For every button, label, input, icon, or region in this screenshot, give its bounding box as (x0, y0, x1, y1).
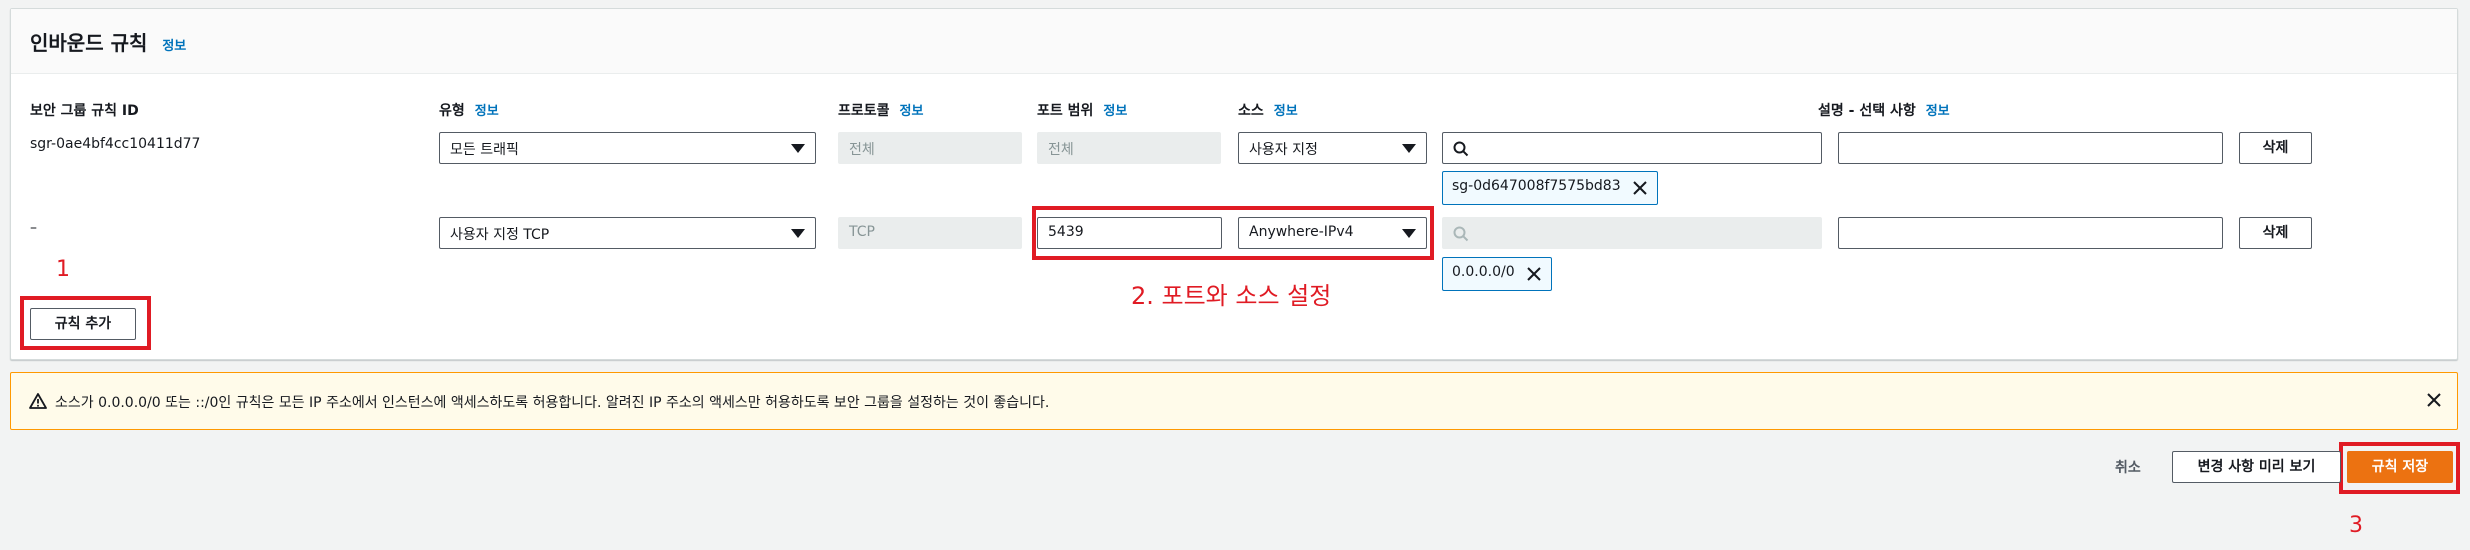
annotation-step-3: 3 (2349, 513, 2363, 538)
save-rules-button[interactable]: 규칙 저장 (2347, 451, 2453, 483)
search-icon (1453, 226, 1469, 242)
column-header-protocol: 프로토콜 정보 (838, 100, 923, 120)
chevron-down-icon (791, 144, 805, 153)
delete-button[interactable]: 삭제 (2239, 217, 2312, 249)
chevron-down-icon (791, 229, 805, 238)
source-info-link[interactable]: 정보 (1274, 104, 1298, 119)
type-select-value: 모든 트래픽 (450, 142, 519, 158)
source-token: sg-0d647008f7575bd83 (1442, 171, 1658, 205)
preview-changes-button[interactable]: 변경 사항 미리 보기 (2172, 451, 2341, 483)
source-token-label: 0.0.0.0/0 (1452, 264, 1515, 280)
warning-alert: 소스가 0.0.0.0/0 또는 ::/0인 규칙은 모든 IP 주소에서 인스… (10, 372, 2458, 430)
annotation-box-port-source (1032, 206, 1434, 260)
port-range-field: 전체 (1037, 132, 1221, 164)
type-select[interactable]: 모든 트래픽 (439, 132, 816, 164)
search-icon (1453, 141, 1469, 157)
description-info-link[interactable]: 정보 (1926, 104, 1950, 119)
rule-id-cell: sgr-0ae4bf4cc10411d77 (30, 136, 201, 152)
protocol-info-link[interactable]: 정보 (900, 104, 924, 119)
source-type-select[interactable]: 사용자 지정 (1238, 132, 1427, 164)
column-header-type: 유형 정보 (439, 100, 499, 120)
chevron-down-icon (1402, 144, 1416, 153)
type-info-link[interactable]: 정보 (475, 104, 499, 119)
type-select-value: 사용자 지정 TCP (450, 227, 550, 243)
source-token-label: sg-0d647008f7575bd83 (1452, 178, 1621, 194)
annotation-step-1: 1 (56, 257, 70, 282)
panel-title-info-link[interactable]: 정보 (162, 39, 186, 54)
port-range-info-link[interactable]: 정보 (1103, 104, 1127, 119)
cancel-button[interactable]: 취소 (2115, 457, 2141, 477)
close-icon[interactable] (1525, 265, 1543, 283)
protocol-field: 전체 (838, 132, 1022, 164)
column-header-rule-id: 보안 그룹 규칙 ID (30, 103, 139, 119)
close-icon[interactable] (1631, 179, 1649, 197)
column-header-source: 소스 정보 (1238, 100, 1298, 120)
protocol-field: TCP (838, 217, 1022, 249)
description-input[interactable] (1838, 132, 2223, 164)
column-header-port-range-label: 포트 범위 (1037, 103, 1094, 119)
description-input[interactable] (1838, 217, 2223, 249)
column-header-description: 설명 - 선택 사항 정보 (1818, 100, 1950, 120)
column-header-source-label: 소스 (1238, 103, 1264, 119)
close-icon[interactable] (2425, 391, 2443, 409)
panel-title-text: 인바운드 규칙 (30, 31, 148, 55)
warning-message: 소스가 0.0.0.0/0 또는 ::/0인 규칙은 모든 IP 주소에서 인스… (55, 395, 1050, 411)
delete-button[interactable]: 삭제 (2239, 132, 2312, 164)
column-header-protocol-label: 프로토콜 (838, 103, 890, 119)
rule-id-cell: – (30, 220, 37, 236)
source-type-select-value: 사용자 지정 (1249, 142, 1318, 158)
column-header-type-label: 유형 (439, 103, 465, 119)
column-header-port-range: 포트 범위 정보 (1037, 100, 1127, 120)
type-select[interactable]: 사용자 지정 TCP (439, 217, 816, 249)
panel-title: 인바운드 규칙 정보 (30, 27, 186, 56)
column-header-description-label: 설명 - 선택 사항 (1818, 103, 1916, 119)
source-search-input[interactable] (1442, 132, 1822, 164)
source-search-input[interactable] (1442, 217, 1822, 249)
panel-header: 인바운드 규칙 정보 (11, 9, 2457, 74)
annotation-box-add-rule (20, 296, 151, 350)
warning-icon (29, 393, 47, 409)
source-token: 0.0.0.0/0 (1442, 257, 1552, 291)
annotation-step-2: 2. 포트와 소스 설정 (1131, 282, 1332, 310)
